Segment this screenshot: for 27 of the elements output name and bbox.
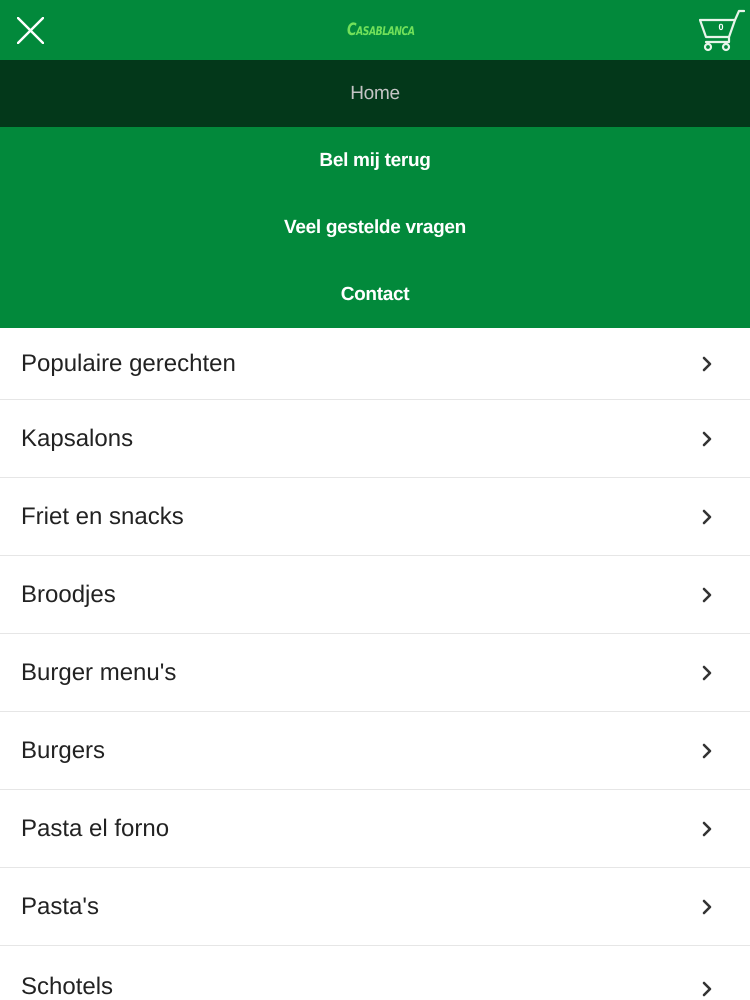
chevron-right-icon — [702, 508, 712, 524]
chevron-right-icon — [702, 586, 712, 602]
category-item[interactable]: Kapsalons — [0, 400, 750, 478]
chevron-right-icon — [702, 981, 712, 997]
nav-link[interactable]: Home — [0, 60, 750, 127]
close-icon — [17, 16, 44, 44]
category-item[interactable]: Pasta's — [0, 868, 750, 946]
chevron-right-icon — [702, 742, 712, 758]
chevron-right-icon — [702, 356, 712, 372]
chevron-right-icon — [702, 430, 712, 446]
category-item[interactable]: Schotels — [0, 946, 750, 1000]
category-item[interactable]: Friet en snacks — [0, 478, 750, 556]
cart-count: 0 — [717, 22, 724, 33]
cart-icon — [699, 8, 745, 52]
chevron-right-icon — [702, 898, 712, 914]
category-item[interactable]: Burgers — [0, 712, 750, 790]
nav-link[interactable]: Veel gestelde vragen — [0, 194, 750, 261]
chevron-right-icon — [702, 820, 712, 836]
close-button[interactable] — [17, 16, 44, 44]
nav-link[interactable]: Bel mij terug — [0, 127, 750, 194]
category-item[interactable]: Pasta el forno — [0, 790, 750, 868]
category-item[interactable]: Burger menu's — [0, 634, 750, 712]
nav-link[interactable]: Contact — [0, 261, 750, 328]
category-item[interactable]: Broodjes — [0, 556, 750, 634]
cart-button[interactable]: 0 — [699, 8, 745, 52]
category-item[interactable]: Populaire gerechten — [0, 328, 750, 400]
chevron-right-icon — [702, 664, 712, 680]
